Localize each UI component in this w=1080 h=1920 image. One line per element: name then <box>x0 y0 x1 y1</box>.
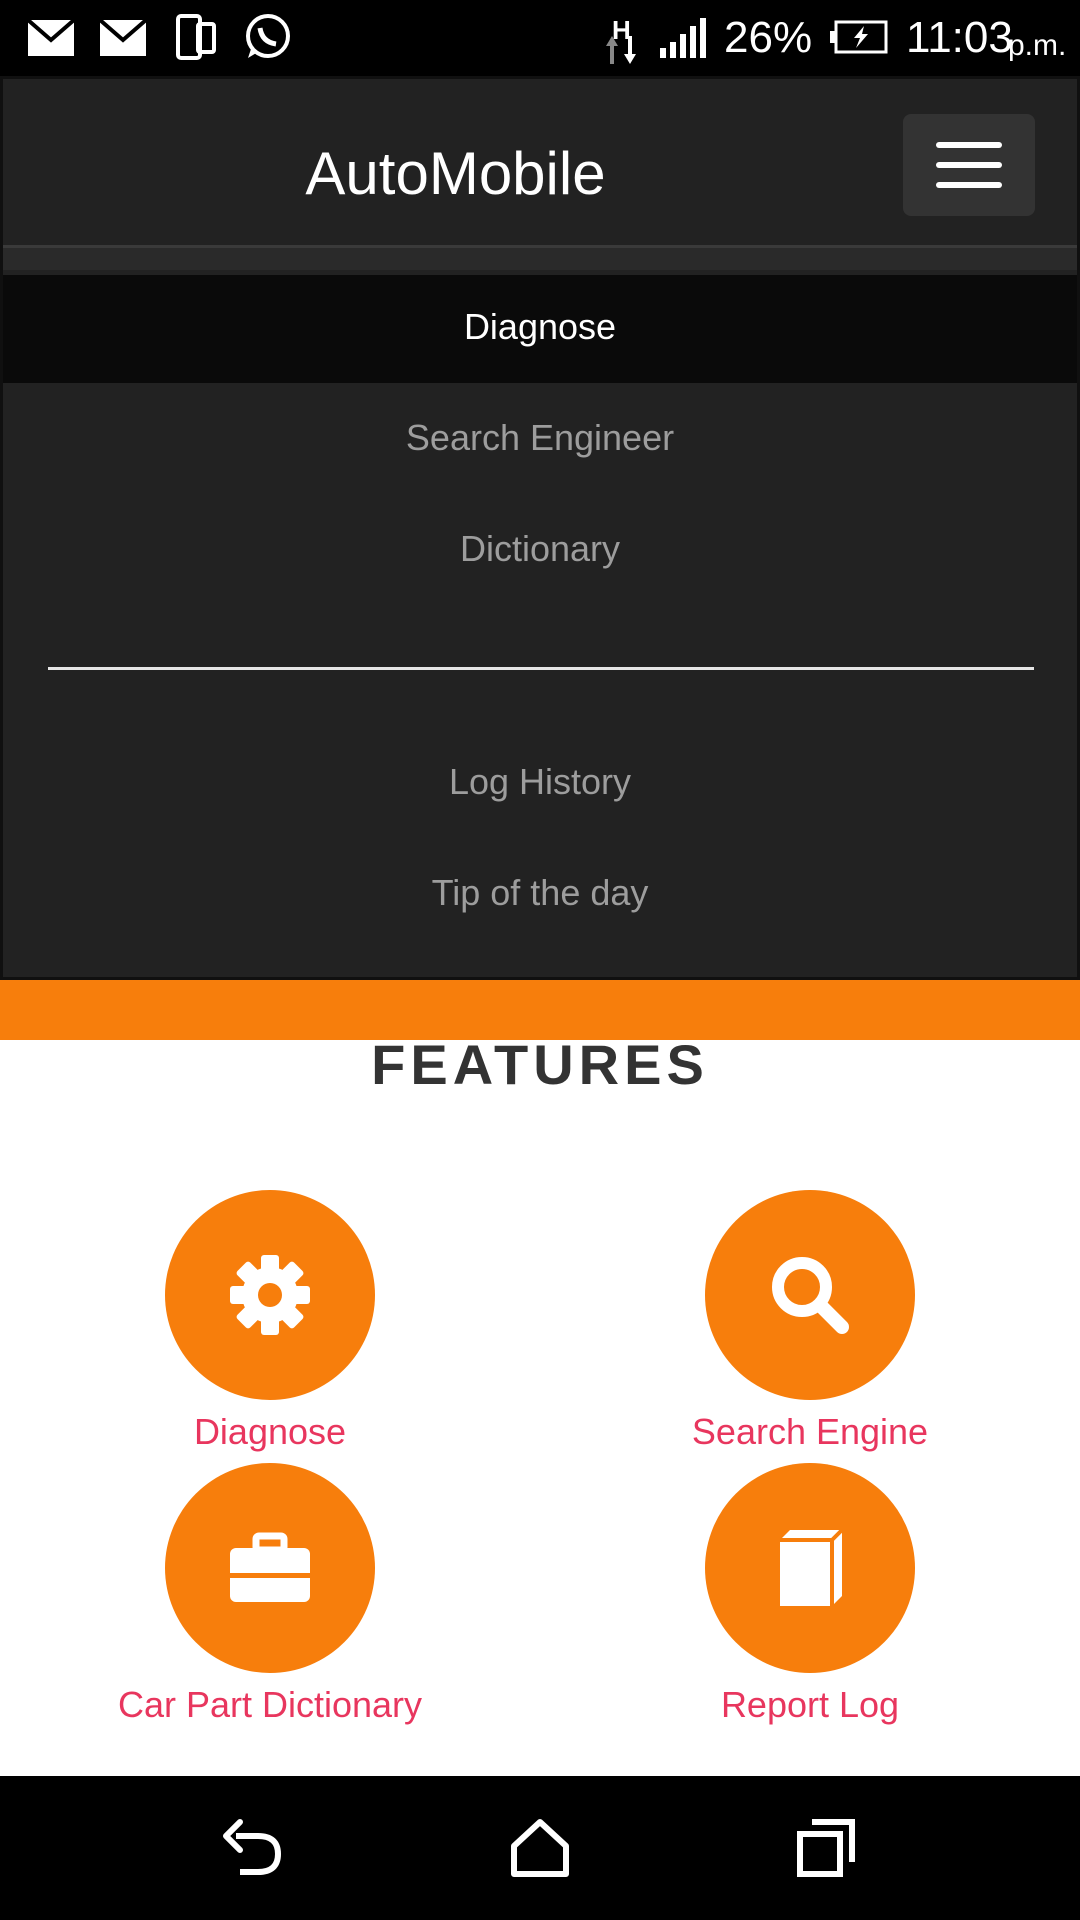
feature-label[interactable]: Search Engine <box>540 1410 1080 1454</box>
dual-phone-icon <box>176 14 216 60</box>
nav-item-dictionary[interactable]: Dictionary <box>3 528 1077 570</box>
feature-label[interactable]: Diagnose <box>0 1410 540 1454</box>
feature-circle[interactable] <box>165 1190 375 1400</box>
clock-ampm: p.m. <box>1008 29 1067 62</box>
hero-orange-band <box>0 980 1080 1040</box>
feature-label[interactable]: Report Log <box>540 1683 1080 1727</box>
features-title: FEATURES <box>371 1033 709 1096</box>
mail-icon <box>100 20 146 56</box>
mail-icon <box>28 20 74 56</box>
gear-icon <box>230 1255 310 1335</box>
feature-circle[interactable] <box>165 1463 375 1673</box>
nav-item-tip-of-the-day[interactable]: Tip of the day <box>3 872 1077 914</box>
home-icon[interactable] <box>508 1818 572 1878</box>
feature-circle[interactable] <box>705 1190 915 1400</box>
nav-separator <box>48 667 1034 670</box>
feature-circle[interactable] <box>705 1463 915 1673</box>
status-bar: H 26% 11:03 p.m. <box>0 0 1080 76</box>
battery-percent: 26% <box>724 13 813 62</box>
feature-diagnose[interactable]: Diagnose <box>0 1190 540 1454</box>
search-icon <box>772 1257 849 1334</box>
network-data-icon <box>606 36 636 64</box>
brand-title[interactable]: AutoMobile <box>3 139 908 208</box>
system-navigation-bar <box>0 1776 1080 1920</box>
nav-item-search-engineer[interactable]: Search Engineer <box>3 417 1077 459</box>
signal-icon <box>660 18 706 58</box>
feature-report-log[interactable]: Report Log <box>540 1463 1080 1727</box>
book-icon <box>780 1528 844 1606</box>
back-icon[interactable] <box>222 1818 284 1878</box>
recents-icon[interactable] <box>796 1818 856 1878</box>
feature-search-engine[interactable]: Search Engine <box>540 1190 1080 1454</box>
feature-label[interactable]: Car Part Dictionary <box>0 1683 540 1727</box>
nav-item-diagnose[interactable]: Diagnose <box>3 306 1077 348</box>
battery-charging-icon <box>830 20 888 54</box>
navbar: AutoMobile Diagnose Search Engineer Dict… <box>0 76 1080 980</box>
nav-item-log-history[interactable]: Log History <box>3 761 1077 803</box>
clock-time: 11:03 <box>906 13 1013 62</box>
whatsapp-icon <box>246 14 290 58</box>
navbar-collapse-edge <box>3 248 1077 270</box>
feature-car-part-dictionary[interactable]: Car Part Dictionary <box>0 1463 540 1727</box>
menu-toggle-button[interactable] <box>903 114 1035 216</box>
briefcase-icon <box>230 1532 310 1602</box>
